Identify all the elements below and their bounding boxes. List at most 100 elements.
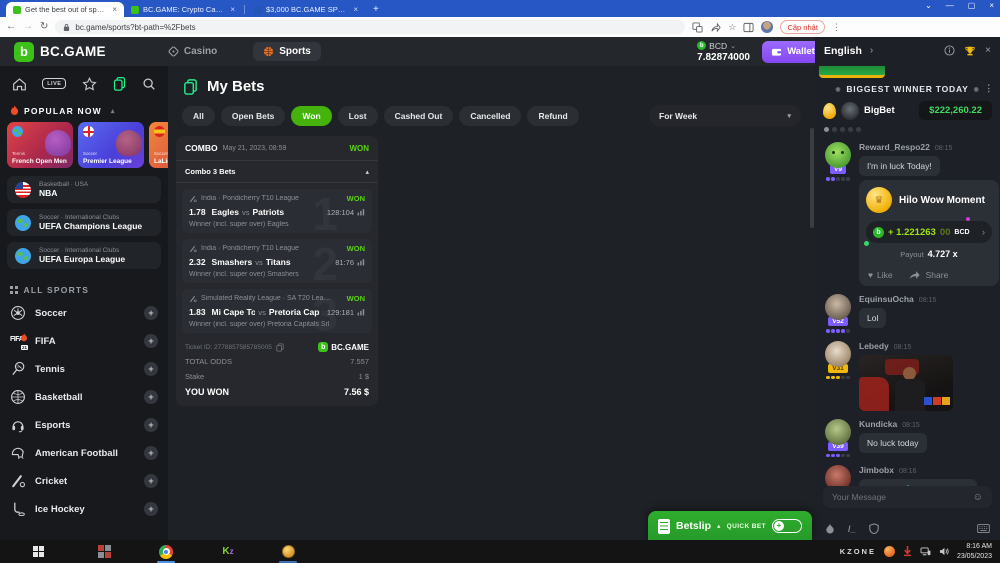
chevron-right-icon[interactable]: ›	[870, 45, 873, 56]
chat-username[interactable]: Reward_Respo22	[859, 142, 930, 152]
keyboard-icon[interactable]	[977, 524, 990, 533]
close-button[interactable]: ×	[989, 1, 994, 10]
stats-icon[interactable]	[357, 308, 365, 316]
tab-cancelled[interactable]: Cancelled	[459, 106, 521, 126]
sidebar-sport-basketball[interactable]: Basketball +	[0, 383, 168, 411]
commands-icon[interactable]: /_	[848, 524, 856, 534]
expand-plus-icon[interactable]: +	[144, 362, 158, 376]
scrollbar-thumb[interactable]	[810, 128, 814, 228]
tab-refund[interactable]: Refund	[527, 106, 578, 126]
collapse-caret-icon[interactable]: ▴	[111, 107, 116, 115]
bet-leg-1[interactable]: 1 India · Pondicherry T10 League WON 1.7…	[182, 189, 372, 233]
url-bar[interactable]: bc.game/sports?bt-path=%2Fbets	[55, 20, 685, 34]
network-icon[interactable]	[920, 547, 931, 556]
reload-icon[interactable]: ↻	[40, 22, 48, 32]
start-button[interactable]	[28, 542, 48, 562]
tab-all[interactable]: All	[182, 106, 215, 126]
kzone-app-icon[interactable]: Kz	[218, 542, 238, 562]
tab-lost[interactable]: Lost	[338, 106, 378, 126]
sidebar-sport-tennis[interactable]: Tennis +	[0, 355, 168, 383]
expand-plus-icon[interactable]: +	[144, 474, 158, 488]
popular-card-french-open[interactable]: Tennis French Open Men	[7, 122, 73, 168]
home-icon[interactable]	[12, 77, 27, 91]
promo-banner-fragment[interactable]	[819, 66, 885, 78]
expand-plus-icon[interactable]: +	[144, 334, 158, 348]
download-arrow-icon[interactable]	[903, 546, 912, 557]
minimize-button[interactable]: —	[946, 1, 954, 10]
like-label[interactable]: Like	[877, 270, 893, 280]
biggest-winner-row[interactable]: BigBet $222,260.22	[815, 96, 1000, 122]
period-filter-dropdown[interactable]: For Week ▾	[649, 105, 801, 126]
close-chat-icon[interactable]: ×	[985, 45, 991, 56]
browser-tab-2[interactable]: BC.GAME: Crypto Casino Games ×	[124, 2, 242, 17]
browser-tab-3[interactable]: $3,000 BC.GAME SPORTS PARLA ×	[247, 2, 365, 17]
chat-username[interactable]: Jimbobx	[859, 465, 894, 475]
taskbar-clock[interactable]: 8:16 AM 23/05/2023	[957, 542, 992, 561]
chat-gif[interactable]	[859, 355, 953, 411]
volume-icon[interactable]	[939, 547, 949, 556]
rain-tip-icon[interactable]	[825, 523, 835, 534]
my-bets-icon[interactable]	[112, 76, 127, 91]
tab-open-bets[interactable]: Open Bets	[221, 106, 286, 126]
league-row-uel[interactable]: Soccer · International ClubsUEFA Europa …	[7, 242, 161, 269]
tab-close-icon[interactable]: ×	[353, 5, 358, 14]
taskbar-app-icon[interactable]	[94, 542, 114, 562]
chrome-taskbar-icon[interactable]	[156, 542, 176, 562]
sidebar-sport-ice-hockey[interactable]: Ice Hockey +	[0, 495, 168, 523]
carousel-dots[interactable]	[815, 122, 1000, 136]
expand-plus-icon[interactable]: +	[144, 418, 158, 432]
chat-username[interactable]: Lebedy	[859, 341, 889, 351]
maximize-button[interactable]: ▢	[968, 1, 976, 10]
expand-plus-icon[interactable]: +	[144, 306, 158, 320]
tab-search-icon[interactable]: ⌄	[925, 1, 932, 10]
quick-bet-toggle[interactable]: +	[772, 519, 802, 533]
league-row-ucl[interactable]: Soccer · International ClubsUEFA Champio…	[7, 209, 161, 236]
sidebar-sport-soccer[interactable]: Soccer +	[0, 299, 168, 327]
chat-language-selector[interactable]: English	[824, 45, 862, 57]
forward-icon[interactable]: →	[23, 22, 33, 32]
chat-username[interactable]: EquinsuOcha	[859, 294, 914, 304]
avatar[interactable]	[825, 294, 851, 320]
trophy-icon[interactable]	[964, 45, 976, 57]
tab-won[interactable]: Won	[291, 106, 331, 126]
tab-cashed-out[interactable]: Cashed Out	[384, 106, 454, 126]
popular-card-premier-league[interactable]: Soccer Premier League	[78, 122, 144, 168]
bookmark-star-icon[interactable]: ☆	[728, 22, 736, 33]
bet-leg-2[interactable]: 2 India · Pondicherry T10 League WON 2.3…	[182, 239, 372, 283]
tab-close-icon[interactable]: ×	[230, 5, 235, 14]
browser-profile-avatar[interactable]	[761, 21, 773, 33]
emoji-icon[interactable]: ☺	[973, 492, 983, 503]
chat-username[interactable]: Kundicka	[859, 419, 897, 429]
side-panel-icon[interactable]	[743, 22, 754, 33]
combo-summary-row[interactable]: Combo 3 Bets ▴	[176, 161, 378, 183]
sidebar-sport-fifa[interactable]: FIFA 21 FIFA +	[0, 327, 168, 355]
more-menu-icon[interactable]: ⋮	[984, 83, 994, 94]
chrome-menu-icon[interactable]: ⋮	[832, 22, 841, 33]
tray-app-icon[interactable]	[884, 546, 895, 557]
expand-plus-icon[interactable]: +	[144, 390, 158, 404]
share-icon[interactable]	[710, 22, 721, 33]
share-label[interactable]: Share	[926, 270, 949, 280]
like-icon[interactable]: ♥	[868, 270, 873, 280]
hilo-win-card[interactable]: ♛ Hilo Wow Moment b + 1.221263 00 BCD › …	[859, 180, 999, 286]
coin-app-icon[interactable]	[278, 542, 298, 562]
league-row-nba[interactable]: Basketball · USANBA	[7, 176, 161, 203]
search-icon[interactable]	[142, 77, 156, 91]
favorites-star-icon[interactable]	[82, 77, 97, 91]
back-icon[interactable]: ←	[6, 22, 16, 32]
browser-tab-1[interactable]: Get the best out of sports bettin ×	[6, 2, 124, 17]
win-amount-pill[interactable]: b + 1.221263 00 BCD ›	[866, 221, 992, 243]
bet-leg-3[interactable]: 3 Simulated Reality League · SA T20 Leag…	[182, 289, 372, 333]
chat-info-icon[interactable]	[944, 45, 955, 56]
new-tab-button[interactable]: +	[373, 4, 379, 15]
avatar[interactable]	[825, 419, 851, 445]
rules-shield-icon[interactable]	[869, 523, 879, 534]
live-icon[interactable]: LIVE	[42, 78, 66, 89]
copy-icon[interactable]	[276, 343, 284, 352]
avatar[interactable]	[825, 142, 851, 168]
nav-casino[interactable]: Casino	[158, 42, 227, 61]
bcgame-logo[interactable]: b BC.GAME	[14, 42, 106, 62]
share-icon[interactable]	[909, 270, 920, 280]
translate-icon[interactable]	[692, 22, 703, 33]
stats-icon[interactable]	[357, 258, 365, 266]
